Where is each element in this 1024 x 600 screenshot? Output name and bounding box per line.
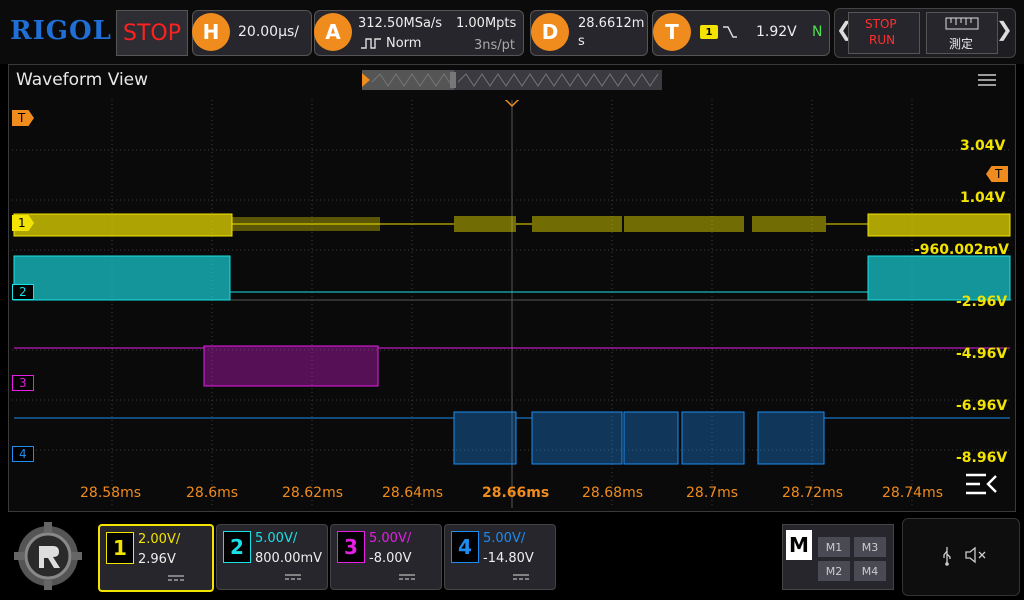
math-label: M: [786, 530, 812, 560]
mute-icon[interactable]: [964, 546, 988, 564]
acquire-icon: A: [314, 13, 352, 51]
channel-4-marker[interactable]: 4: [12, 446, 34, 462]
channel-3-scale: 5.00V/: [369, 531, 412, 546]
channel-4-offset: -14.80V: [483, 551, 534, 566]
channel-2-number: 2: [223, 531, 251, 563]
math-slot-m4[interactable]: M4: [854, 561, 886, 581]
delay-value: 28.6612m: [578, 16, 645, 31]
trigger-icon: T: [653, 13, 691, 51]
status-area: [902, 518, 1020, 596]
time-label: 28.62ms: [282, 485, 344, 501]
acquire-period: 3ns/pt: [474, 38, 516, 53]
channel-2-offset: 800.00mV: [255, 551, 323, 566]
channel-4-trace: [14, 411, 1010, 465]
channel-4-number: 4: [451, 531, 479, 563]
dc-coupling-icon: [513, 574, 529, 580]
next-arrow-icon[interactable]: ❯: [996, 17, 1013, 41]
channel-1-number: 1: [106, 532, 134, 564]
level-label: -6.96V: [956, 398, 1008, 414]
level-label: -8.96V: [956, 450, 1008, 466]
time-label: 28.58ms: [80, 485, 142, 501]
measure-button[interactable]: 測定: [926, 12, 998, 54]
stop-run-button[interactable]: STOP RUN: [848, 12, 920, 54]
channel-3-panel[interactable]: 3 5.00V/ -8.00V: [330, 524, 442, 590]
delay-unit: s: [578, 34, 585, 49]
time-label: 28.68ms: [582, 485, 644, 501]
channel-2-scale: 5.00V/: [255, 531, 298, 546]
channel-2-marker[interactable]: 2: [12, 284, 34, 300]
run-label: RUN: [869, 33, 896, 47]
channel-1-offset: 2.96V: [138, 552, 176, 567]
timebase-value: 20.00µs/: [238, 24, 299, 40]
channel-1-scale: 2.00V/: [138, 532, 181, 547]
channel-3-number: 3: [337, 531, 365, 563]
level-label: -960.002mV: [914, 242, 1009, 258]
sample-rate: 312.50MSa/s: [358, 16, 443, 31]
trigger-sweep: N: [812, 24, 823, 40]
level-label: 3.04V: [960, 138, 1006, 154]
rigol-logo: RIGOL: [10, 16, 112, 46]
time-label: 28.66ms: [482, 485, 550, 501]
channel-4-scale: 5.00V/: [483, 531, 526, 546]
channel-3-offset: -8.00V: [369, 551, 412, 566]
level-label: -4.96V: [956, 346, 1008, 362]
pulse-icon: [361, 38, 381, 49]
run-state-indicator[interactable]: STOP: [116, 10, 188, 56]
dc-coupling-icon: [285, 574, 301, 580]
level-label: 1.04V: [960, 190, 1006, 206]
trigger-level: 1.92V: [756, 24, 797, 40]
falling-edge-icon: [723, 26, 737, 38]
delay-icon: D: [531, 13, 569, 51]
channel-2-panel[interactable]: 2 5.00V/ 800.00mV: [216, 524, 328, 590]
level-label: -2.96V: [956, 294, 1008, 310]
waveform-view-title: Waveform View: [16, 70, 149, 90]
dc-coupling-icon: [168, 575, 184, 581]
math-slot-m1[interactable]: M1: [818, 537, 850, 557]
collapse-icon[interactable]: [964, 472, 1000, 496]
time-label: 28.64ms: [382, 485, 444, 501]
dc-coupling-icon: [399, 574, 415, 580]
math-slot-m2[interactable]: M2: [818, 561, 850, 581]
math-slot-m3[interactable]: M3: [854, 537, 886, 557]
time-label: 28.74ms: [882, 485, 944, 501]
stop-label: STOP: [865, 17, 897, 31]
memory-depth: 1.00Mpts: [456, 16, 517, 31]
channel-3-marker[interactable]: 3: [12, 375, 34, 391]
time-label: 28.7ms: [686, 485, 739, 501]
channel-1-panel[interactable]: 1 2.00V/ 2.96V: [98, 524, 214, 592]
trigger-source-badge: 1: [700, 25, 718, 39]
measure-label: 測定: [949, 37, 974, 51]
time-label: 28.72ms: [782, 485, 844, 501]
horizontal-icon: H: [192, 13, 230, 51]
channel-4-panel[interactable]: 4 5.00V/ -14.80V: [444, 524, 556, 590]
memory-overview-bar[interactable]: [362, 70, 662, 90]
gear-logo-icon[interactable]: [8, 520, 88, 592]
ruler-icon: [945, 17, 979, 30]
time-label: 28.6ms: [186, 485, 239, 501]
menu-icon[interactable]: [978, 74, 996, 86]
waveform-grid[interactable]: [12, 100, 1012, 508]
usb-icon: [943, 547, 951, 566]
acquire-mode: Norm: [386, 36, 422, 51]
